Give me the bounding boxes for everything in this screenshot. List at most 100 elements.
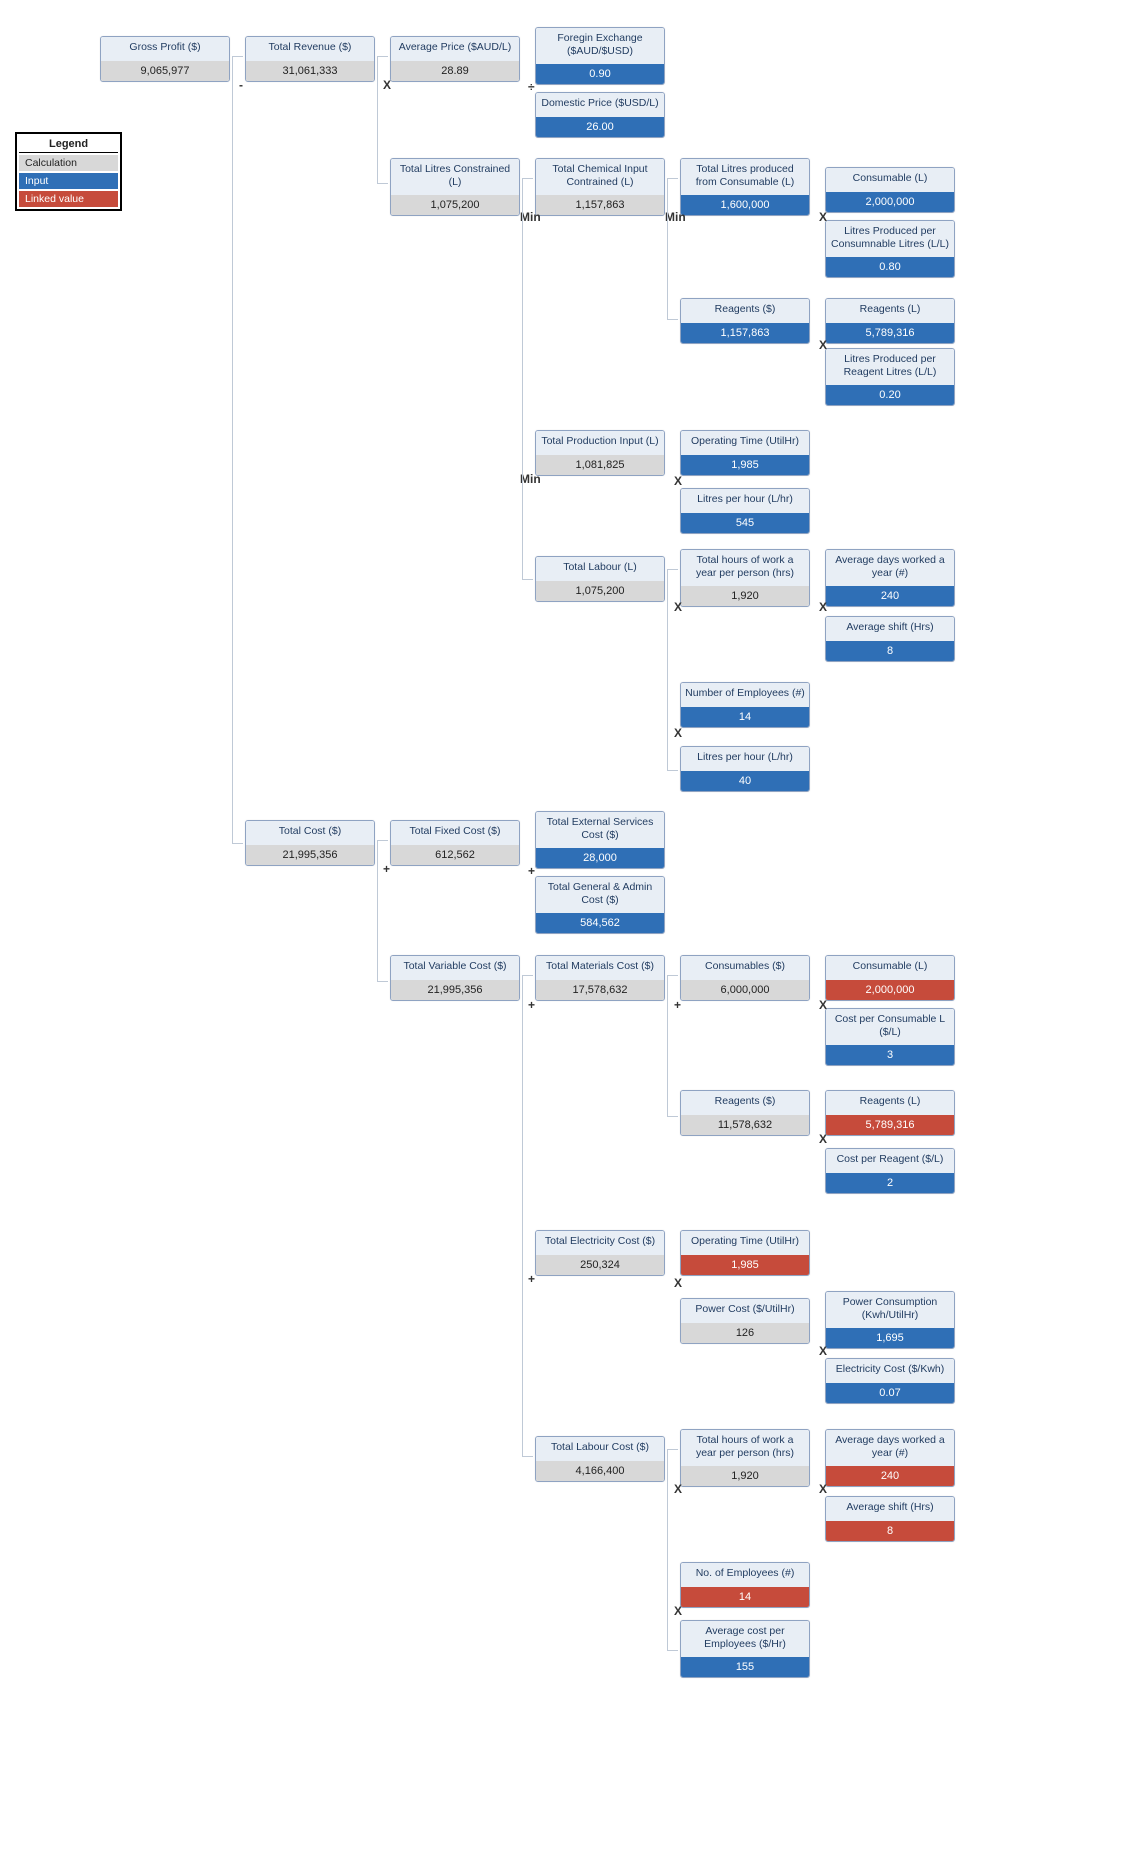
node-power-cost: Power Cost ($/UtilHr) 126 <box>680 1298 810 1344</box>
label: Total Cost ($) <box>246 821 374 845</box>
label: Foregin Exchange ($AUD/$USD) <box>536 28 664 64</box>
node-lph40: Litres per hour (L/hr) 40 <box>680 746 810 792</box>
value: 28,000 <box>536 848 664 868</box>
label: Electricity Cost ($/Kwh) <box>826 1359 954 1383</box>
value: 1,920 <box>681 586 809 606</box>
node-lprod-per-reag: Litres Produced per Reagent Litres (L/L)… <box>825 348 955 406</box>
label: Total External Services Cost ($) <box>536 812 664 848</box>
node-total-prod-input: Total Production Input (L) 1,081,825 <box>535 430 665 476</box>
label: Power Consumption (Kwh/UtilHr) <box>826 1292 954 1328</box>
label: Reagents ($) <box>681 299 809 323</box>
label: Litres Produced per Consumnable Litres (… <box>826 221 954 257</box>
value: 40 <box>681 771 809 791</box>
label: Number of Employees (#) <box>681 683 809 707</box>
node-reagents-l: Reagents (L) 5,789,316 <box>825 298 955 344</box>
label: Total Electricity Cost ($) <box>536 1231 664 1255</box>
label: Domestic Price ($USD/L) <box>536 93 664 117</box>
label: Total Production Input (L) <box>536 431 664 455</box>
value: 2,000,000 <box>826 980 954 1000</box>
driver-tree: { "legend":{"title":"Legend","rows":["Ca… <box>0 0 1148 1852</box>
label: Total Litres Constrained (L) <box>391 159 519 195</box>
node-days-year: Average days worked a year (#) 240 <box>825 549 955 607</box>
value: 11,578,632 <box>681 1115 809 1135</box>
legend-input: Input <box>19 173 118 189</box>
value: 14 <box>681 707 809 727</box>
value: 5,789,316 <box>826 1115 954 1135</box>
node-gross-profit: Gross Profit ($) 9,065,977 <box>100 36 230 82</box>
op-mult: X <box>674 474 682 488</box>
legend-link: Linked value <box>19 191 118 207</box>
label: Total Materials Cost ($) <box>536 956 664 980</box>
label: Reagents (L) <box>826 1091 954 1115</box>
node-reagents-dollar: Reagents ($) 1,157,863 <box>680 298 810 344</box>
value: 2,000,000 <box>826 192 954 212</box>
node-no-emp2: No. of Employees (#) 14 <box>680 1562 810 1608</box>
value: 6,000,000 <box>681 980 809 1000</box>
label: Total Variable Cost ($) <box>391 956 519 980</box>
value: 26.00 <box>536 117 664 137</box>
legend: Legend Calculation Input Linked value <box>15 132 122 211</box>
node-hrs-per-person: Total hours of work a year per person (h… <box>680 549 810 607</box>
node-elec-cost: Total Electricity Cost ($) 250,324 <box>535 1230 665 1276</box>
node-days-year2: Average days worked a year (#) 240 <box>825 1429 955 1487</box>
node-lph: Litres per hour (L/hr) 545 <box>680 488 810 534</box>
label: Total Chemical Input Contrained (L) <box>536 159 664 195</box>
node-reag-dollar2: Reagents ($) 11,578,632 <box>680 1090 810 1136</box>
value: 4,166,400 <box>536 1461 664 1481</box>
label: Litres per hour (L/hr) <box>681 747 809 771</box>
op-mult: X <box>819 338 827 352</box>
op-mult: X <box>819 600 827 614</box>
value: 1,985 <box>681 455 809 475</box>
value: 545 <box>681 513 809 533</box>
value: 0.20 <box>826 385 954 405</box>
label: Total Fixed Cost ($) <box>391 821 519 845</box>
node-power-cons: Power Consumption (Kwh/UtilHr) 1,695 <box>825 1291 955 1349</box>
op-plus: + <box>528 864 535 878</box>
node-reag-l2: Reagents (L) 5,789,316 <box>825 1090 955 1136</box>
label: Total General & Admin Cost ($) <box>536 877 664 913</box>
value: 21,995,356 <box>246 845 374 865</box>
node-cons-l2: Consumable (L) 2,000,000 <box>825 955 955 1001</box>
node-dom-price: Domestic Price ($USD/L) 26.00 <box>535 92 665 138</box>
value: 1,920 <box>681 1466 809 1486</box>
op-mult: X <box>674 1276 682 1290</box>
value: 584,562 <box>536 913 664 933</box>
value: 1,075,200 <box>391 195 519 215</box>
node-avg-shift2: Average shift (Hrs) 8 <box>825 1496 955 1542</box>
label: Reagents ($) <box>681 1091 809 1115</box>
node-fx: Foregin Exchange ($AUD/$USD) 0.90 <box>535 27 665 85</box>
node-lprod-per-cons: Litres Produced per Consumnable Litres (… <box>825 220 955 278</box>
value: 1,695 <box>826 1328 954 1348</box>
node-mat-cost: Total Materials Cost ($) 17,578,632 <box>535 955 665 1001</box>
value: 14 <box>681 1587 809 1607</box>
value: 17,578,632 <box>536 980 664 1000</box>
node-total-revenue: Total Revenue ($) 31,061,333 <box>245 36 375 82</box>
node-consumable-l: Consumable (L) 2,000,000 <box>825 167 955 213</box>
label: No. of Employees (#) <box>681 1563 809 1587</box>
legend-title: Legend <box>19 136 118 153</box>
label: Consumable (L) <box>826 956 954 980</box>
label: Total hours of work a year per person (h… <box>681 550 809 586</box>
value: 240 <box>826 586 954 606</box>
label: Power Cost ($/UtilHr) <box>681 1299 809 1323</box>
value: 1,075,200 <box>536 581 664 601</box>
node-total-cost: Total Cost ($) 21,995,356 <box>245 820 375 866</box>
node-cost-per-reag: Cost per Reagent ($/L) 2 <box>825 1148 955 1194</box>
value: 250,324 <box>536 1255 664 1275</box>
value: 5,789,316 <box>826 323 954 343</box>
node-litres-constr: Total Litres Constrained (L) 1,075,200 <box>390 158 520 216</box>
op-mult: X <box>819 1482 827 1496</box>
node-total-var: Total Variable Cost ($) 21,995,356 <box>390 955 520 1001</box>
label: Average shift (Hrs) <box>826 617 954 641</box>
node-cons-dollar: Consumables ($) 6,000,000 <box>680 955 810 1001</box>
label: Cost per Reagent ($/L) <box>826 1149 954 1173</box>
value: 8 <box>826 1521 954 1541</box>
label: Litres per hour (L/hr) <box>681 489 809 513</box>
node-avg-price: Average Price ($AUD/L) 28.89 <box>390 36 520 82</box>
value: 3 <box>826 1045 954 1065</box>
value: 0.80 <box>826 257 954 277</box>
legend-calc: Calculation <box>19 155 118 171</box>
value: 1,157,863 <box>536 195 664 215</box>
label: Gross Profit ($) <box>101 37 229 61</box>
node-op-time2: Operating Time (UtilHr) 1,985 <box>680 1230 810 1276</box>
